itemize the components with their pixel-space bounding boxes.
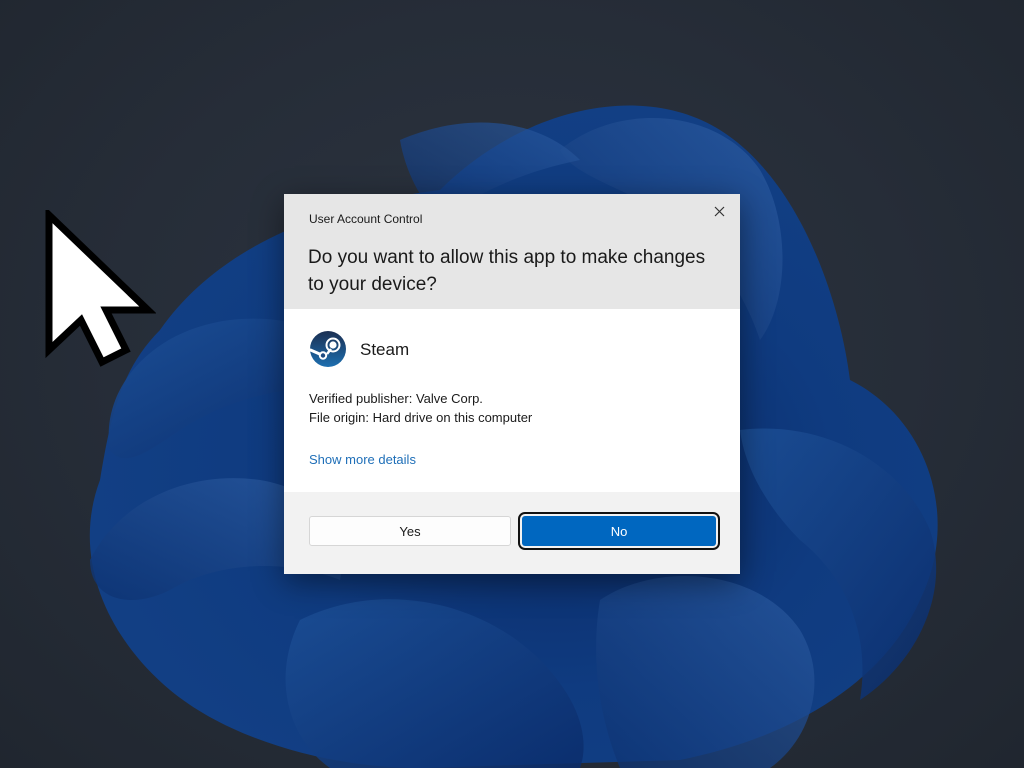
- close-icon: [714, 206, 724, 216]
- dialog-question: Do you want to allow this app to make ch…: [308, 247, 706, 295]
- file-origin-text: File origin: Hard drive on this computer: [309, 410, 533, 425]
- mouse-pointer-icon: [45, 210, 156, 367]
- yes-button[interactable]: Yes: [309, 516, 511, 546]
- close-button[interactable]: [704, 199, 734, 223]
- dialog-footer: Yes No: [284, 492, 740, 574]
- desktop: User Account Control Do you want to allo…: [0, 0, 1024, 768]
- verified-publisher-text: Verified publisher: Valve Corp.: [309, 391, 483, 406]
- uac-dialog: User Account Control Do you want to allo…: [284, 194, 740, 574]
- dialog-header: User Account Control Do you want to allo…: [284, 194, 740, 309]
- dialog-window-title: User Account Control: [309, 212, 423, 226]
- show-more-details-link[interactable]: Show more details: [309, 452, 416, 467]
- app-name: Steam: [360, 340, 410, 359]
- steam-logo-icon: [309, 331, 346, 367]
- no-button[interactable]: No: [518, 512, 720, 550]
